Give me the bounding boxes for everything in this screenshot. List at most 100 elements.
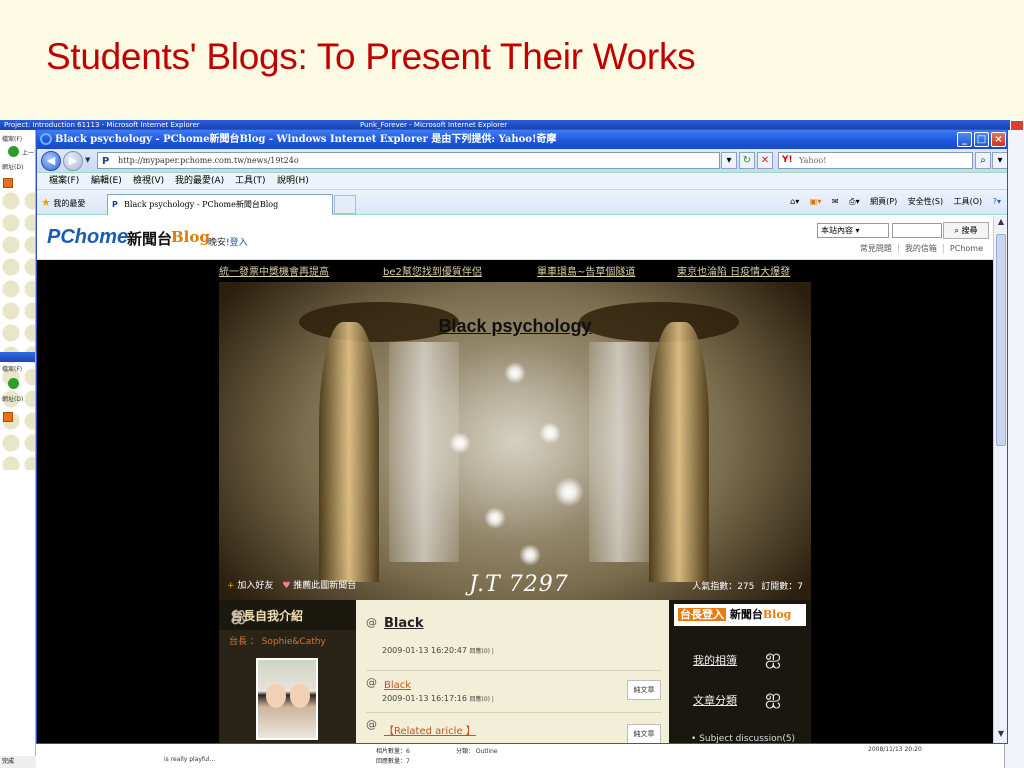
about-column: 台長自我介紹 ஐ 台長 ： Sophie&Cathy [219, 600, 356, 743]
post-divider [366, 670, 661, 671]
forward-arrow-icon[interactable]: ▶ [63, 151, 83, 171]
background-window-bottom: is really playful... 相片數量：6 回應數量：7 分類： O… [36, 744, 1004, 768]
blog-banner: Black psychology + 加入好友 ♥ 推薦此圖新聞台 J.T 72… [219, 282, 811, 600]
new-tab-button[interactable] [334, 195, 356, 214]
help-icon[interactable]: ?▾ [993, 197, 1001, 206]
back-icon-2 [8, 378, 19, 389]
menu-file[interactable]: 檔案(F) [49, 173, 79, 189]
minimize-icon[interactable]: _ [957, 132, 972, 147]
site-search-input[interactable] [892, 223, 942, 238]
search-go-icon[interactable]: ⌕ [975, 152, 991, 169]
maximize-icon[interactable]: □ [974, 132, 989, 147]
favorites-button[interactable]: ★ 我的最愛 [41, 196, 85, 209]
recommend-link[interactable]: 推薦此圖新聞台 [293, 581, 356, 591]
feeds-icon[interactable]: ▣▾ [810, 197, 822, 206]
history-dropdown-icon[interactable]: ▼ [85, 156, 90, 164]
add-friend-link[interactable]: 加入好友 [237, 581, 273, 591]
site-search-label: 搜尋 [961, 226, 978, 235]
site-search-button[interactable]: ⌕ 搜尋 [943, 222, 989, 239]
swirl-ornament-icon: ஐ [765, 644, 782, 668]
background-window-left: 檔案(F) 上一頁 網址(D) 檔案(F) 網址(D) [0, 130, 36, 768]
visitor-count: 人氣指數：275 [692, 582, 755, 592]
left-strip-address: 網址(D) [2, 164, 24, 171]
banner-actions: + 加入好友 ♥ 推薦此圖新聞台 [227, 578, 356, 591]
login-link[interactable]: 登入 [230, 238, 248, 248]
blog-title[interactable]: Black psychology [219, 316, 811, 337]
bg-text: 分類： Outline [456, 748, 498, 755]
sidebar-item-categories[interactable]: 文章分類 [693, 692, 737, 708]
post-title[interactable]: Black [384, 616, 424, 631]
scroll-thumb[interactable] [996, 234, 1006, 446]
owner-photo [256, 658, 318, 740]
address-field[interactable]: P http://mypaper.pchome.com.tw/news/19t2… [97, 152, 720, 169]
pchome-logo[interactable]: PChome [47, 226, 128, 249]
slide-title: Students' Blogs: To Present Their Works [46, 36, 696, 77]
post-meta[interactable]: 回應(0) | [470, 696, 494, 703]
ticker-link-3[interactable]: 單車環島~告草個隧道 [537, 263, 635, 278]
owner-login-label: 台長登入 [678, 608, 726, 621]
bg-text: 回應數量：7 [376, 758, 410, 765]
about-header: 台長自我介紹 ஐ [219, 600, 356, 630]
link-pchome[interactable]: PChome [942, 244, 983, 253]
post-date: 2009-01-13 16:20:47 回應(0) | [382, 646, 494, 655]
command-page[interactable]: 網頁(P) [870, 197, 897, 206]
link-faq[interactable]: 常見問題 [854, 244, 892, 253]
left-strip-titlebar [0, 352, 35, 362]
close-icon[interactable]: × [991, 132, 1006, 147]
stop-icon[interactable]: ✕ [757, 152, 773, 169]
swirl-ornament-icon: ஐ [765, 684, 782, 708]
heart-icon: ♥ [282, 581, 291, 591]
banner-glass-left [389, 342, 459, 562]
sidebar-item-albums[interactable]: 我的相簿 [693, 652, 737, 668]
back-arrow-icon[interactable]: ◀ [41, 151, 61, 171]
ticker-link-1[interactable]: 統一發票中獎機會再提高 [219, 263, 329, 278]
tab-bar: ★ 我的最愛 P Black psychology - PChome新聞台Blo… [37, 190, 1007, 215]
owner-login-banner[interactable]: 台長登入 新聞台Blog [674, 604, 806, 626]
subscriber-count: 訂閱數：7 [761, 582, 803, 592]
swirl-ornament-icon: ஐ [231, 603, 246, 624]
vertical-scrollbar[interactable]: ▲ ▼ [993, 216, 1007, 743]
command-safety[interactable]: 安全性(S) [908, 197, 943, 206]
command-tools[interactable]: 工具(O) [954, 197, 983, 206]
print-icon[interactable]: ⎙▾ [849, 197, 859, 206]
menu-help[interactable]: 說明(H) [277, 173, 309, 189]
home-icon[interactable]: ⌂▾ [790, 197, 799, 206]
post-title[interactable]: 【Related aricle 】 [384, 722, 476, 737]
sidebar-subject-discussion[interactable]: • Subject discussion(5) [691, 734, 795, 743]
refresh-icon[interactable]: ↻ [739, 152, 755, 169]
ie-window: Black psychology - PChome新聞台Blog - Windo… [36, 129, 1008, 744]
post-title[interactable]: Black [384, 680, 411, 691]
sparkle-decoration [519, 544, 541, 566]
banner-glass-right [589, 342, 649, 562]
scroll-up-icon[interactable]: ▲ [995, 217, 1007, 231]
menu-view[interactable]: 檢視(V) [133, 173, 164, 189]
site-scope-select[interactable]: 本站內容 ▾ [817, 223, 889, 238]
owner-login-news: 新聞台 [729, 608, 763, 621]
yahoo-icon: Y! [782, 155, 793, 165]
ie-title-text: Black psychology - PChome新聞台Blog - Windo… [55, 134, 557, 145]
banner-pillar-left [319, 322, 379, 582]
status-bar: 完成 [0, 756, 36, 768]
scroll-down-icon[interactable]: ▼ [995, 729, 1007, 743]
pchome-blog-label: Blog [171, 228, 210, 246]
tab-black-psychology[interactable]: P Black psychology - PChome新聞台Blog [107, 194, 333, 215]
mail-icon[interactable]: ✉ [832, 197, 839, 206]
address-dropdown-icon[interactable]: ▾ [721, 152, 737, 169]
menu-favorites[interactable]: 我的最愛(A) [175, 173, 224, 189]
menu-edit[interactable]: 編輯(E) [91, 173, 122, 189]
sparkle-decoration [484, 507, 506, 529]
sparkle-decoration [504, 362, 526, 384]
post-meta[interactable]: 回應(0) | [470, 648, 494, 655]
posts-column: @ Black 2009-01-13 16:20:47 回應(0) | @ Bl… [356, 600, 669, 743]
menu-tools[interactable]: 工具(T) [235, 173, 266, 189]
tab-label: Black psychology - PChome新聞台Blog [124, 200, 279, 209]
blog-area: 統一發票中獎機會再提高 be2幫您找到優質伴侶 單車環島~告草個隧道 東京也淪陷… [219, 260, 811, 743]
pchome-news-label: 新聞台 [127, 230, 173, 248]
search-input[interactable]: Y! Yahoo! [778, 152, 973, 169]
ticker-link-4[interactable]: 東京也淪陷 日疫情大爆發 [677, 263, 790, 278]
address-bar-row: ◀ ▶ ▼ P http://mypaper.pchome.com.tw/new… [37, 149, 1007, 173]
ticker-link-2[interactable]: be2幫您找到優質伴侶 [383, 263, 482, 278]
left-strip-menu-2: 檔案(F) [2, 366, 23, 373]
link-mailbox[interactable]: 我的信箱 [897, 244, 937, 253]
search-options-icon[interactable]: ▾ [992, 152, 1007, 169]
